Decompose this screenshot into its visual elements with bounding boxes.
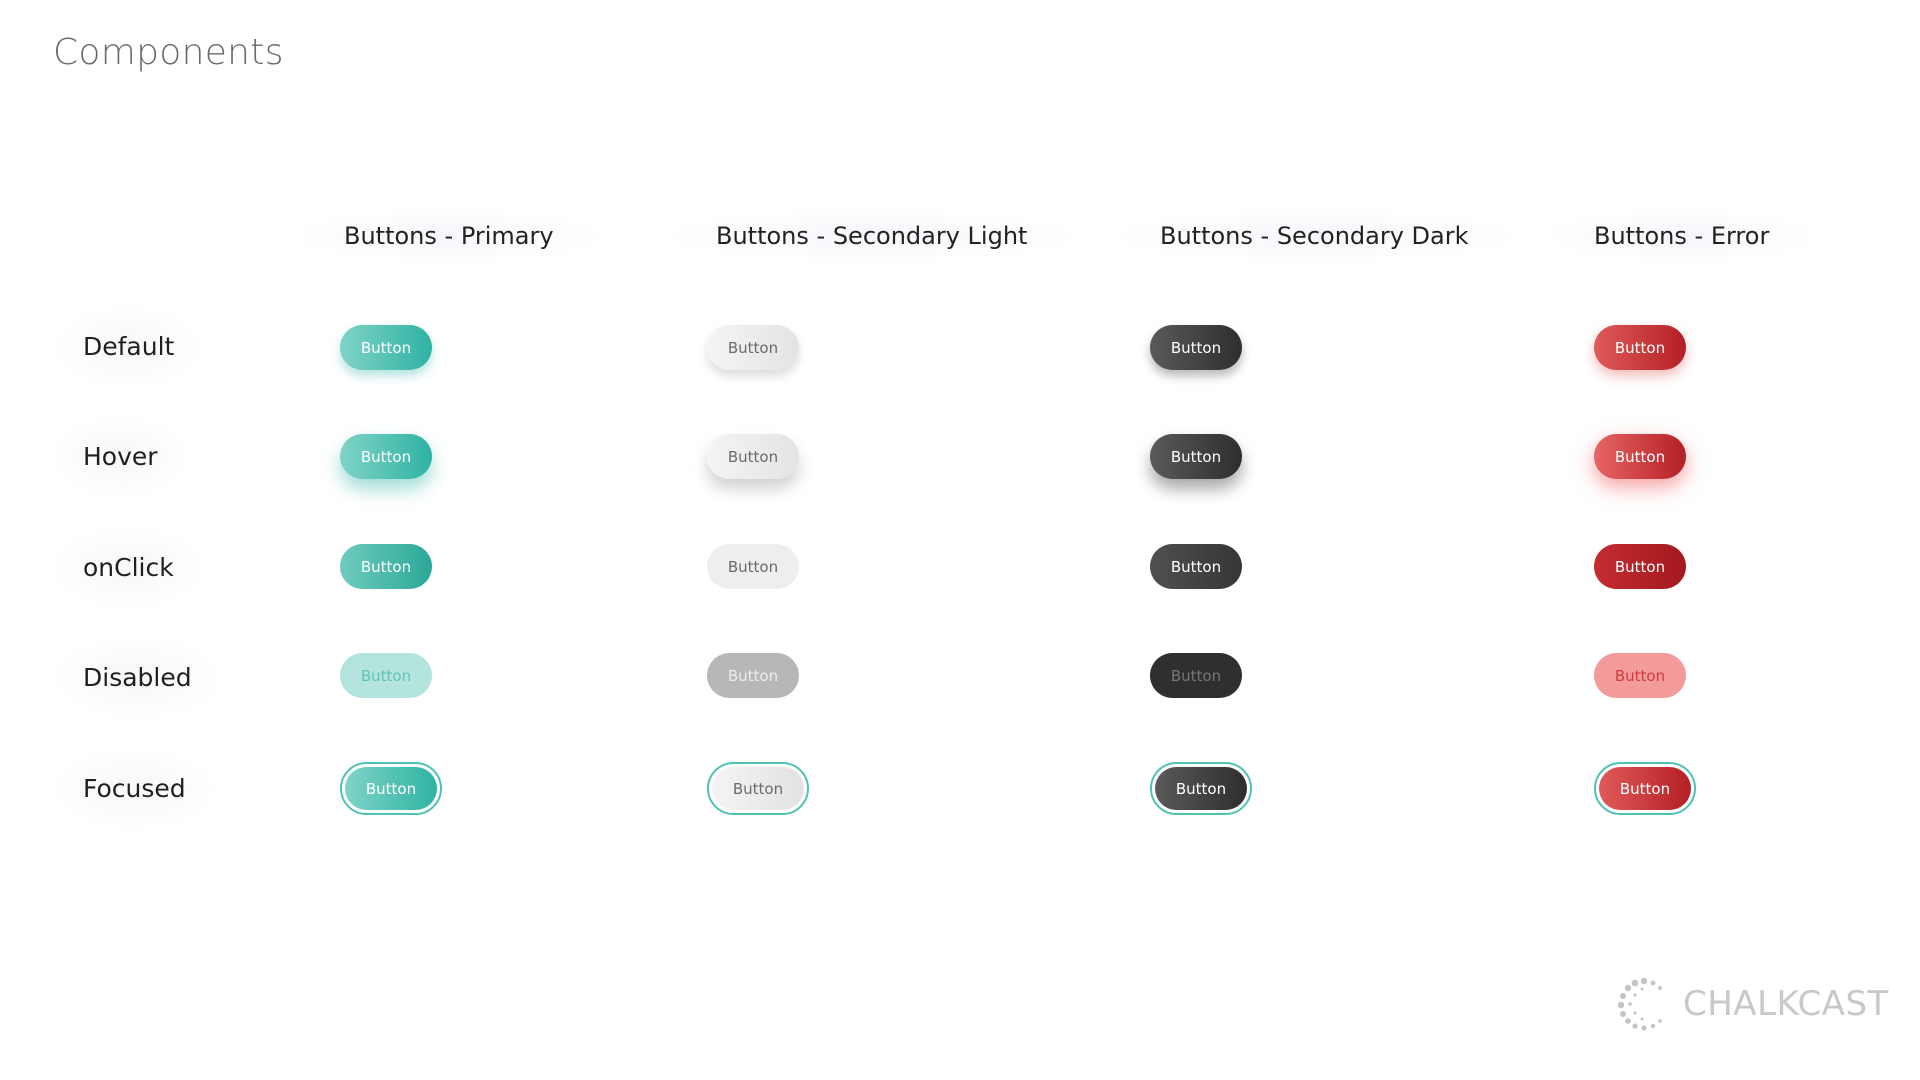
secondary-light-hover-button[interactable]: Button	[707, 434, 799, 479]
chalkcast-logo-text: CHALKCAST	[1683, 984, 1889, 1024]
secondary-light-focused-button[interactable]: Button	[707, 762, 809, 815]
primary-focused-button-label: Button	[345, 767, 437, 810]
primary-default-button[interactable]: Button	[340, 325, 432, 370]
column-header-secondary-dark: Buttons - Secondary Dark	[1116, 210, 1513, 262]
row-label-default: Default	[53, 305, 205, 389]
error-focused-button-label: Button	[1599, 767, 1691, 810]
error-hover-button[interactable]: Button	[1594, 434, 1686, 479]
secondary-dark-disabled-button: Button	[1150, 653, 1242, 698]
error-onclick-button[interactable]: Button	[1594, 544, 1686, 589]
error-disabled-button: Button	[1594, 653, 1686, 698]
secondary-dark-default-button[interactable]: Button	[1150, 325, 1242, 370]
page-title: Components	[53, 32, 284, 73]
secondary-dark-hover-button[interactable]: Button	[1150, 434, 1242, 479]
secondary-dark-focused-button-label: Button	[1155, 767, 1247, 810]
chalkcast-dots-logo-icon	[1615, 975, 1673, 1033]
primary-hover-button[interactable]: Button	[340, 434, 432, 479]
error-default-button[interactable]: Button	[1594, 325, 1686, 370]
column-header-primary: Buttons - Primary	[300, 210, 598, 262]
row-label-onclick: onClick	[53, 526, 204, 610]
chalkcast-logo: CHALKCAST	[1615, 975, 1889, 1033]
column-header-error: Buttons - Error	[1550, 210, 1814, 262]
error-focused-button[interactable]: Button	[1594, 762, 1696, 815]
column-header-secondary-light: Buttons - Secondary Light	[672, 210, 1072, 262]
secondary-light-default-button[interactable]: Button	[707, 325, 799, 370]
row-label-disabled: Disabled	[53, 636, 222, 720]
row-label-hover: Hover	[53, 415, 188, 499]
primary-onclick-button[interactable]: Button	[340, 544, 432, 589]
row-label-focused: Focused	[53, 747, 216, 831]
secondary-light-focused-button-label: Button	[712, 767, 804, 810]
secondary-dark-focused-button[interactable]: Button	[1150, 762, 1252, 815]
secondary-light-onclick-button[interactable]: Button	[707, 544, 799, 589]
secondary-dark-onclick-button[interactable]: Button	[1150, 544, 1242, 589]
secondary-light-disabled-button: Button	[707, 653, 799, 698]
primary-focused-button[interactable]: Button	[340, 762, 442, 815]
primary-disabled-button: Button	[340, 653, 432, 698]
